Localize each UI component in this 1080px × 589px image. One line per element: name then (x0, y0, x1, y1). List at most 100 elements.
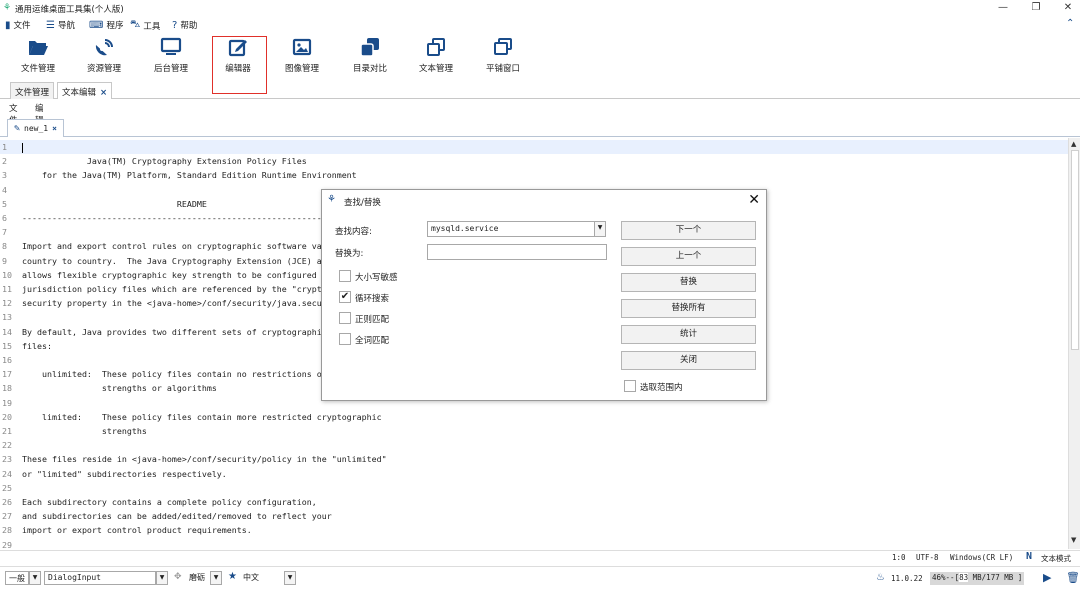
menu-file[interactable]: ▮ 文件 (5, 19, 31, 32)
loop-search-checkbox[interactable]: ✔ (339, 291, 351, 303)
replace-all-button[interactable]: 替换所有 (621, 299, 756, 318)
memory-bar[interactable]: 46%--[83 MB/177 MB ] (930, 572, 1025, 585)
find-next-button[interactable]: 下一个 (621, 221, 756, 240)
editor-line[interactable]: 2 Java(TM) Cryptography Extension Policy… (0, 154, 1068, 168)
editor-line[interactable]: 22 (0, 438, 1068, 452)
case-sensitive-checkbox[interactable] (339, 270, 351, 282)
find-input[interactable]: mysqld.service (427, 221, 596, 237)
toolbar-dir-compare-button[interactable]: 目录对比 (338, 37, 402, 77)
vertical-scrollbar[interactable]: ▲ ▼ (1068, 138, 1080, 549)
line-number: 13 (2, 312, 12, 323)
close-window-button[interactable]: ✕ (1058, 2, 1078, 13)
menu-program[interactable]: ⌨ 程序 (89, 19, 124, 32)
line-text: security property in the <java-home>/con… (22, 298, 372, 309)
editor-line[interactable]: 27 and subdirectories can be added/edited… (0, 509, 1068, 523)
title-bar: ⚘ 通用运维桌面工具集(个人版) — ❐ ✕ (0, 0, 1080, 17)
toolbar-label: 目录对比 (352, 64, 387, 74)
editor-line[interactable]: 24 or "limited" subdirectories respective… (0, 467, 1068, 481)
memory-total: MB/177 MB ] (972, 573, 1023, 582)
font-select[interactable]: DialogInput (44, 571, 156, 585)
folder-open-icon (29, 41, 48, 55)
toolbar-label: 文件管理 (20, 64, 55, 74)
play-icon[interactable]: ▶ (1043, 571, 1051, 584)
text-mode[interactable]: 文本模式 (1041, 553, 1071, 564)
editor-line[interactable]: 23 These files reside in <java-home>/conf… (0, 452, 1068, 466)
line-number: 28 (2, 525, 12, 536)
chevron-down-icon[interactable]: ▼ (156, 571, 168, 585)
help-icon: ? (172, 19, 178, 31)
find-history-dropdown[interactable]: ▼ (594, 221, 606, 237)
line-text: and subdirectories can be added/edited/r… (22, 511, 332, 522)
line-text: Import and export control rules on crypt… (22, 241, 357, 252)
case-sensitive-label: 大小写敏感 (355, 273, 398, 283)
line-number: 16 (2, 355, 12, 365)
regex-checkbox[interactable] (339, 312, 351, 324)
encoding[interactable]: UTF-8 (916, 553, 939, 562)
chevron-down-icon[interactable]: ▼ (29, 571, 41, 585)
line-number: 20 (2, 411, 12, 422)
line-ending[interactable]: Windows(CR LF) (950, 553, 1013, 562)
chevron-down-icon[interactable]: ▼ (284, 571, 296, 585)
compare-icon (360, 38, 379, 57)
editor-line[interactable]: 20 limited: These policy files contain m… (0, 410, 1068, 424)
toolbar-image-manager-button[interactable]: 图像管理 (270, 37, 334, 77)
monitor-icon (160, 37, 182, 55)
toolbar-backend-manager-button[interactable]: 后台管理 (139, 37, 203, 77)
toolbar-label: 图像管理 (284, 64, 319, 74)
menu-tools[interactable]: ⛍ 工具 (130, 19, 160, 32)
menu-nav[interactable]: ☰ 导航 (46, 19, 75, 32)
style-select[interactable]: 一般 (5, 571, 29, 585)
toolbar-tile-windows-button[interactable]: 平铺窗口 (471, 37, 535, 77)
collapse-toolbar-icon[interactable]: ⌃ (1066, 18, 1074, 29)
mode-icon: N (1026, 551, 1033, 562)
line-text: or "limited" subdirectories respectively… (22, 468, 227, 479)
scroll-down-icon[interactable]: ▼ (1071, 536, 1076, 544)
menu-help[interactable]: ? 帮助 (172, 19, 197, 32)
scroll-thumb[interactable] (1071, 150, 1079, 350)
maximize-button[interactable]: ❐ (1026, 2, 1046, 13)
menu-program-label: 程序 (106, 21, 124, 31)
scroll-up-icon[interactable]: ▲ (1071, 140, 1076, 148)
toolbar-resource-manager-button[interactable]: 资源管理 (72, 37, 136, 77)
minimize-button[interactable]: — (993, 2, 1013, 13)
count-button[interactable]: 统计 (621, 325, 756, 344)
whole-word-checkbox[interactable] (339, 333, 351, 345)
editor-line[interactable]: 1 (0, 140, 1068, 155)
close-doc-tab-icon[interactable]: × (52, 124, 57, 133)
editor-line[interactable]: 21 strengths (0, 424, 1068, 438)
find-previous-button[interactable]: 上一个 (621, 247, 756, 266)
doc-tab-new1[interactable]: ✎ new_1 × (7, 119, 64, 137)
replace-button[interactable]: 替换 (621, 273, 756, 292)
dialog-close-button[interactable]: ✕ (748, 192, 760, 208)
toolbar-text-manager-button[interactable]: 文本管理 (404, 37, 468, 77)
trash-icon[interactable]: 🗑 (1066, 571, 1080, 584)
language-select[interactable]: 中文 (240, 571, 282, 585)
editor-line[interactable]: 3 for the Java(TM) Platform, Standard Ed… (0, 168, 1068, 182)
dialog-title: 查找/替换 (344, 198, 381, 208)
close-tab-icon[interactable]: × (100, 88, 107, 98)
editor-line[interactable]: 28 import or export control product requi… (0, 523, 1068, 537)
menu-nav-label: 导航 (57, 21, 75, 31)
line-number: 7 (2, 227, 7, 238)
line-number: 18 (2, 383, 12, 394)
line-number: 5 (2, 198, 7, 209)
tab-text-edit[interactable]: 文本编辑 × (57, 82, 113, 99)
line-number: 21 (2, 426, 12, 436)
line-number: 1 (2, 142, 7, 152)
menu-bar: ▮ 文件 ☰ 导航 ⌨ 程序 ⛍ 工具 ? 帮助 ⌃ (0, 17, 1080, 33)
theme-select[interactable]: 磨砺 (186, 571, 210, 585)
replace-input[interactable] (427, 244, 607, 260)
chevron-down-icon[interactable]: ▼ (210, 571, 222, 585)
dialog-close-action-button[interactable]: 关闭 (621, 351, 756, 370)
image-icon (292, 38, 312, 56)
tab-file-manager[interactable]: 文件管理 (10, 82, 55, 99)
in-selection-checkbox[interactable] (624, 380, 636, 392)
line-text: These files reside in <java-home>/conf/s… (22, 454, 387, 465)
line-number: 25 (2, 482, 12, 493)
editor-line[interactable]: 25 (0, 481, 1068, 495)
line-text: jurisdiction policy files which are refe… (22, 284, 367, 294)
star-icon: ★ (228, 571, 237, 582)
editor-line[interactable]: 26 Each subdirectory contains a complete … (0, 495, 1068, 509)
toolbar-file-manager-button[interactable]: 文件管理 (6, 37, 70, 77)
editor-line[interactable]: 29 (0, 538, 1068, 549)
